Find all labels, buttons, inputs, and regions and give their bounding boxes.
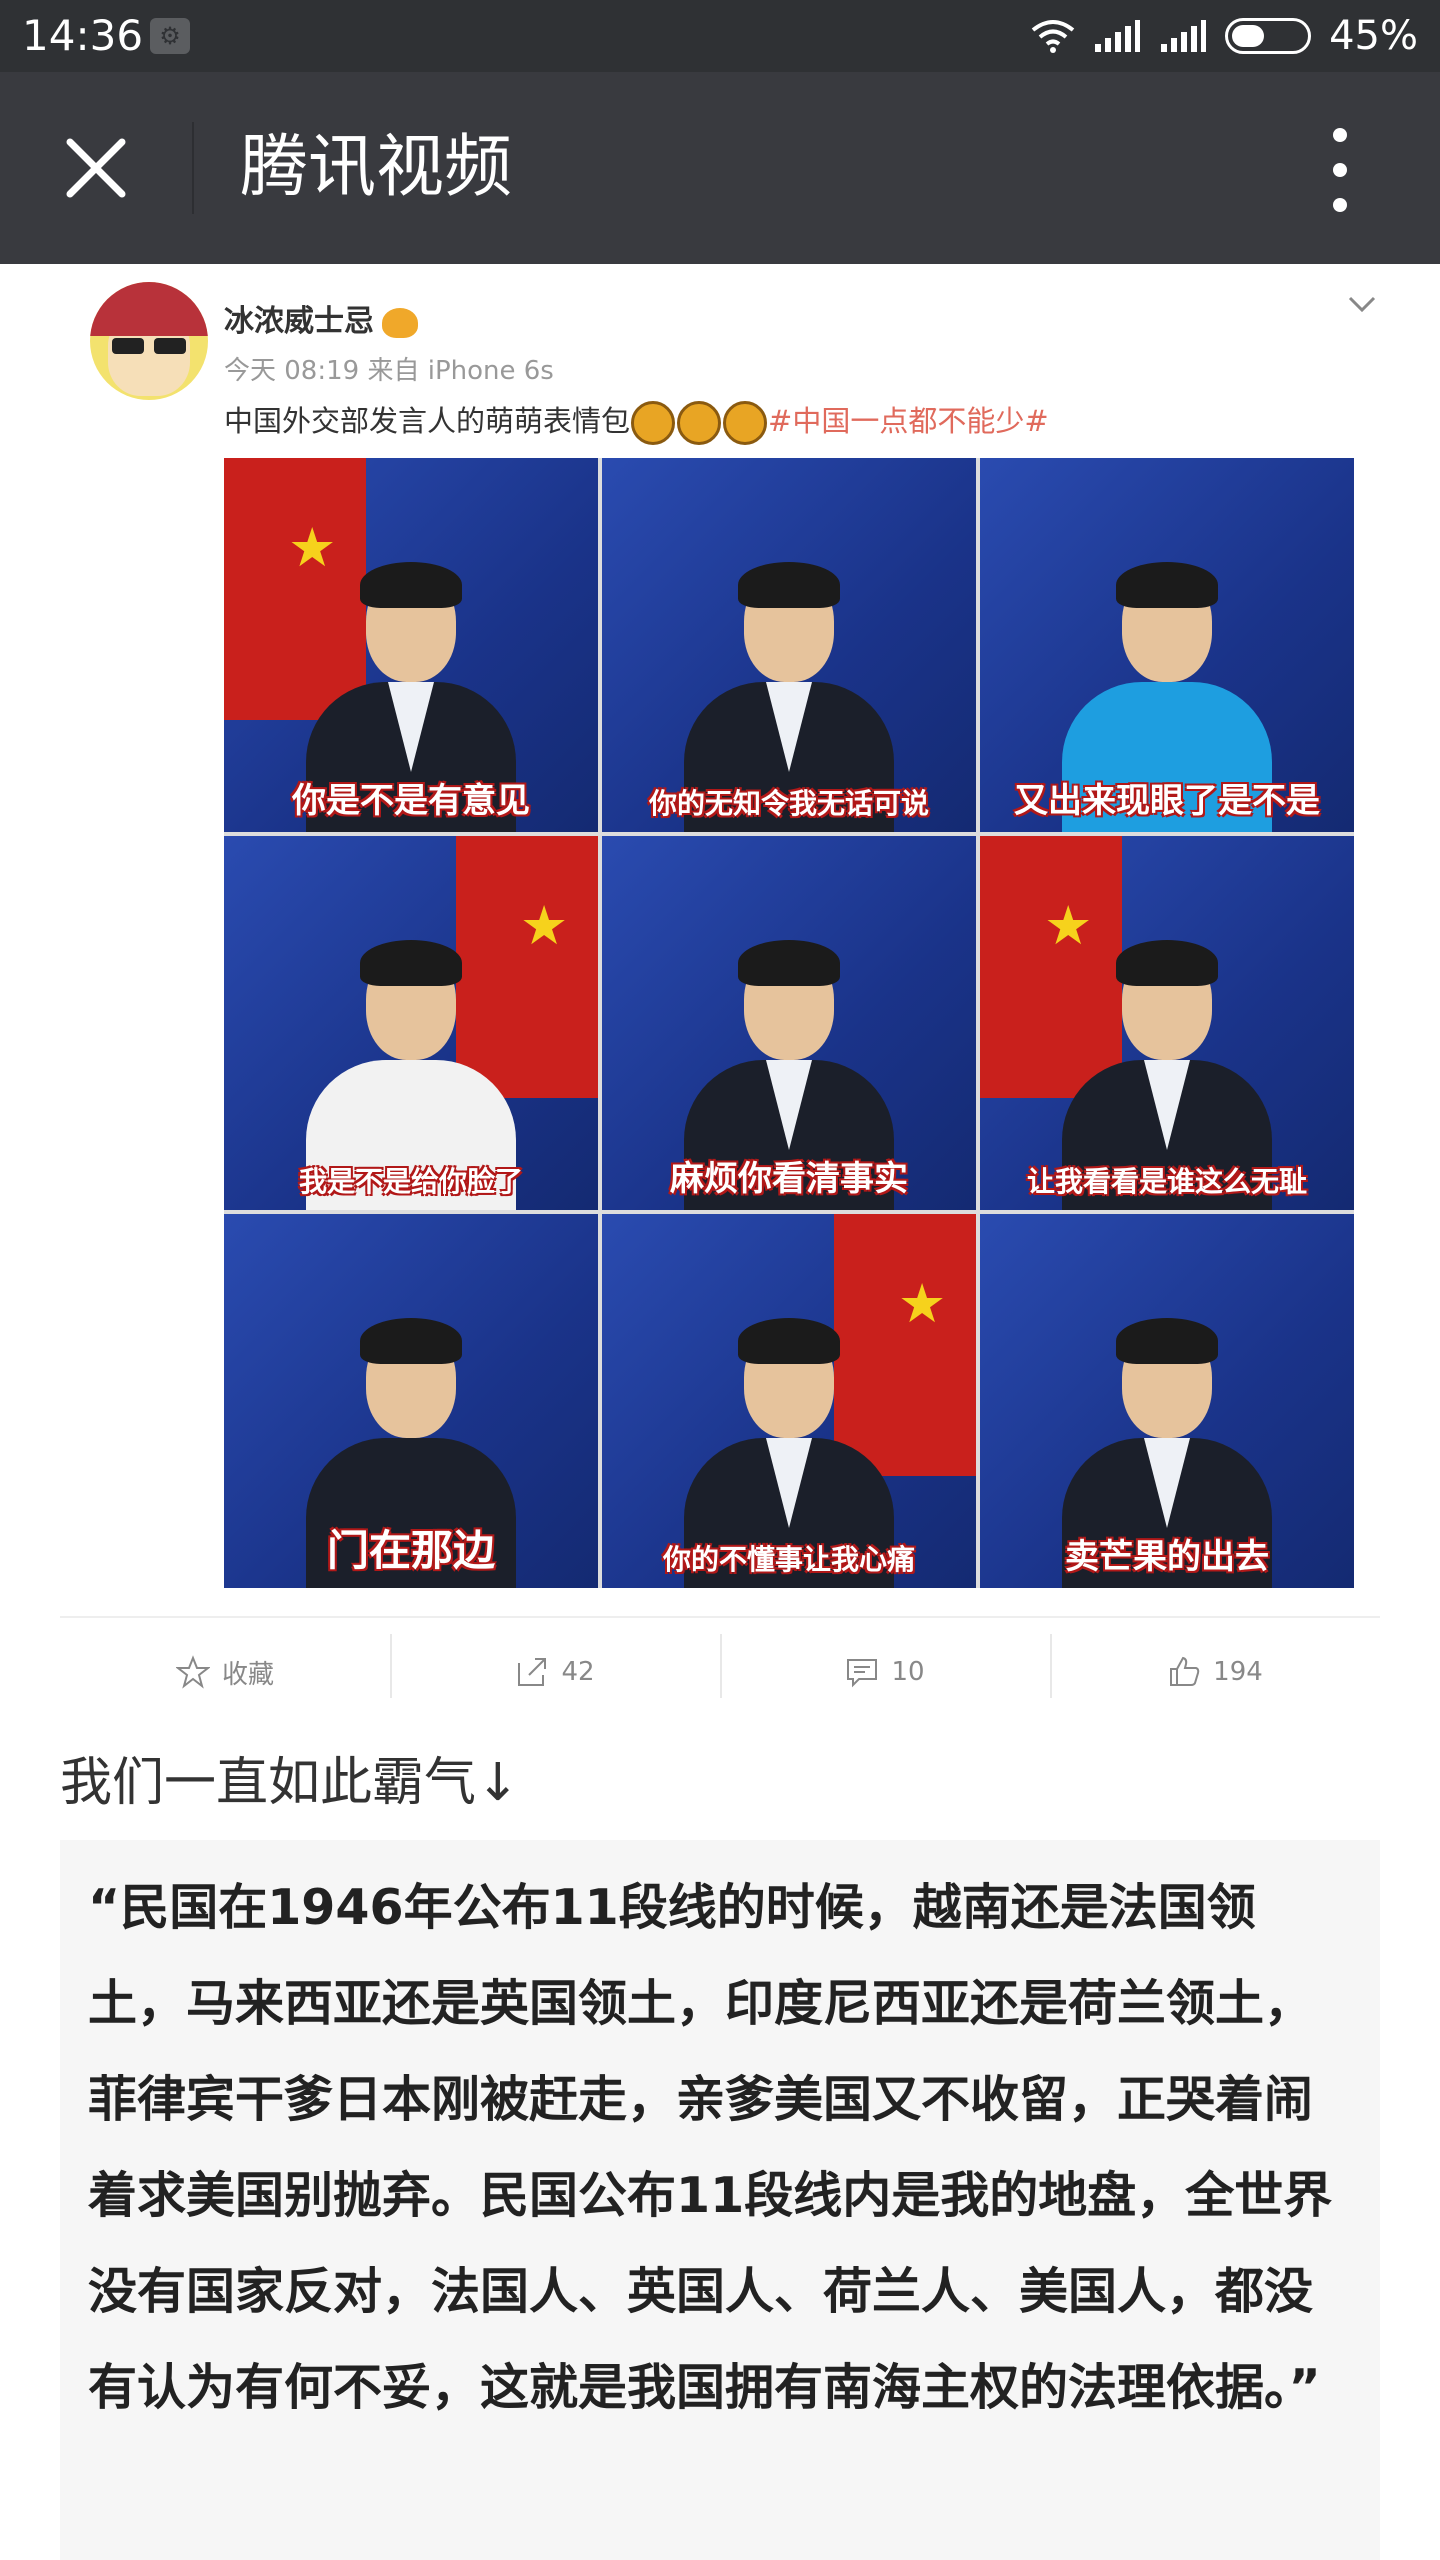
laugh-emoji-icon — [631, 401, 676, 445]
image-caption: 我是不是给你脸了 — [298, 1165, 523, 1198]
image-caption: 门在那边 — [326, 1526, 495, 1575]
grid-image[interactable]: 门在那边 — [224, 1214, 598, 1588]
post-text-body: 中国外交部发言人的萌萌表情包 — [224, 404, 631, 438]
battery-percent: 45% — [1329, 13, 1418, 59]
image-caption: 麻烦你看清事实 — [670, 1159, 908, 1199]
favorite-label: 收藏 — [221, 1659, 274, 1690]
star-icon — [175, 1655, 210, 1689]
chevron-down-icon[interactable] — [1344, 286, 1380, 322]
favorite-button[interactable]: 收藏 — [60, 1618, 390, 1726]
close-icon[interactable] — [56, 128, 136, 208]
image-caption: 卖芒果的出去 — [1065, 1537, 1269, 1577]
username-text: 冰浓威士忌 — [224, 304, 374, 339]
comment-button[interactable]: 10 — [720, 1618, 1050, 1726]
vip-badge-icon — [382, 307, 418, 338]
status-bar: 14:36 ⚙ 45% — [0, 0, 1440, 72]
grid-image[interactable]: ★ 你是不是有意见 — [224, 458, 598, 832]
post-meta: 今天 08:19 来自 iPhone 6s — [224, 356, 554, 386]
quote-block: “民国在1946年公布11段线的时候，越南还是法国领土，马来西亚还是英国领土，印… — [60, 1840, 1380, 2560]
image-grid: ★ 你是不是有意见 你的无知令我无话可说 又出来现眼了是不是 ★ 我是不是给你脸了 … — [224, 458, 1354, 1588]
share-icon — [518, 1658, 547, 1686]
comment-icon — [847, 1659, 878, 1688]
status-time: 14:36 — [22, 11, 144, 60]
comment-count: 10 — [891, 1657, 925, 1687]
share-button[interactable]: 42 — [390, 1618, 720, 1726]
page-title: 腾讯视频 — [240, 128, 513, 207]
battery-icon — [1225, 18, 1312, 54]
article-heading: 我们一直如此霸气↓ — [60, 1753, 520, 1813]
grid-image[interactable]: ★ 我是不是给你脸了 — [224, 836, 598, 1210]
post-hashtag[interactable]: #中国一点都不能少# — [768, 404, 1049, 438]
title-divider — [192, 122, 194, 214]
thumbs-up-icon — [1170, 1656, 1200, 1686]
title-bar: 腾讯视频 — [0, 72, 1440, 264]
signal-icon-2 — [1161, 20, 1207, 52]
laugh-emoji-icon — [677, 401, 722, 445]
like-button[interactable]: 194 — [1050, 1618, 1380, 1726]
wifi-icon — [1031, 20, 1075, 53]
grid-image[interactable]: ★ 你的不懂事让我心痛 — [602, 1214, 976, 1588]
image-caption: 又出来现眼了是不是 — [1014, 781, 1320, 821]
post-username[interactable]: 冰浓威士忌 — [224, 296, 418, 340]
avatar[interactable] — [90, 282, 208, 400]
image-caption: 让我看看是谁这么无耻 — [1026, 1165, 1307, 1198]
post-text: 中国外交部发言人的萌萌表情包 #中国一点都不能少# — [224, 398, 1049, 445]
image-caption: 你的不懂事让我心痛 — [662, 1543, 915, 1576]
usb-debug-icon: ⚙ — [150, 18, 190, 54]
more-menu-icon[interactable] — [1328, 128, 1352, 212]
status-right: 45% — [1031, 10, 1418, 62]
quote-text: “民国在1946年公布11段线的时候，越南还是法国领土，马来西亚还是英国领土，印… — [88, 1879, 1333, 2416]
like-count: 194 — [1213, 1657, 1263, 1687]
battery-fill — [1232, 25, 1265, 47]
laugh-emoji-icon — [723, 401, 768, 445]
grid-image[interactable]: 卖芒果的出去 — [980, 1214, 1354, 1588]
share-count: 42 — [561, 1657, 595, 1687]
image-caption: 你是不是有意见 — [292, 781, 530, 821]
grid-image[interactable]: 你的无知令我无话可说 — [602, 458, 976, 832]
grid-image[interactable]: ★ 让我看看是谁这么无耻 — [980, 836, 1354, 1210]
post-actions: 收藏 42 10 194 — [60, 1616, 1380, 1726]
signal-icon — [1095, 20, 1141, 52]
image-caption: 你的无知令我无话可说 — [648, 787, 929, 820]
grid-image[interactable]: 麻烦你看清事实 — [602, 836, 976, 1210]
grid-image[interactable]: 又出来现眼了是不是 — [980, 458, 1354, 832]
